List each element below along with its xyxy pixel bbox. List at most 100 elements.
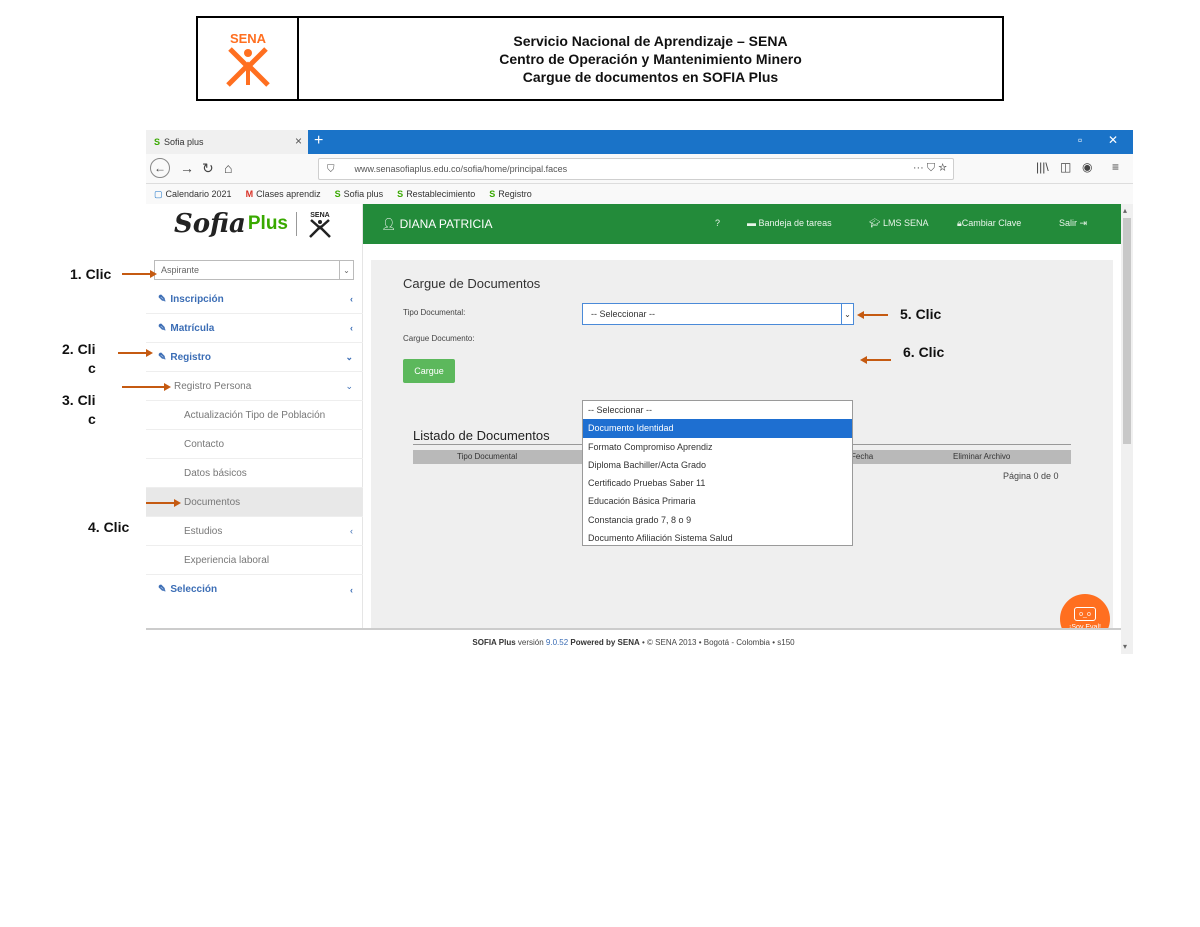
edit-icon: ✎ <box>158 584 167 595</box>
dropdown-option[interactable]: -- Seleccionar -- <box>583 401 852 419</box>
menu-item-experiencia[interactable]: Experiencia laboral <box>146 546 363 575</box>
menu-item-registro[interactable]: ✎ Registro ⌄ <box>146 343 363 372</box>
dropdown-option[interactable]: Documento Afiliación Sistema Salud <box>583 529 852 547</box>
cargue-button[interactable]: Cargue <box>403 359 455 383</box>
edit-icon: ✎ <box>158 351 167 363</box>
close-window-icon[interactable]: ✕ <box>1108 133 1118 147</box>
sofia-app: Sofia Plus SENA Aspirante ⌄ ✎ Inscripció… <box>146 204 1121 654</box>
dropdown-option[interactable]: Certificado Pruebas Saber 11 <box>583 474 852 492</box>
document-header: SENA Servicio Nacional de Aprendizaje – … <box>196 16 1004 101</box>
sofia-brand: Sofia Plus SENA <box>146 204 363 244</box>
menu-label: Datos básicos <box>184 467 247 479</box>
url-bar[interactable]: ⛉ www.senasofiaplus.edu.co/sofia/home/pr… <box>318 158 954 180</box>
tipo-documental-dropdown: -- Seleccionar -- Documento Identidad Fo… <box>582 400 853 546</box>
minimize-icon[interactable]: ▫ <box>1078 133 1082 147</box>
page-title: Cargue de Documentos <box>403 276 541 291</box>
menu-item-datos-basicos[interactable]: Datos básicos <box>146 459 363 488</box>
home-icon[interactable]: ⌂ <box>224 160 232 176</box>
top-link-salir[interactable]: Salir ⇥ <box>1059 218 1087 229</box>
bookmark-label: Sofia plus <box>343 189 384 199</box>
dropdown-option[interactable]: Diploma Bachiller/Acta Grado <box>583 456 852 474</box>
annotation-2-line1: 2. Cli <box>62 341 96 357</box>
dropdown-option[interactable]: Constancia grado 7, 8 o 9 <box>583 511 852 529</box>
pagination-text: Página 0 de 0 <box>1003 471 1059 481</box>
annotation-3-line2: c <box>88 411 96 427</box>
menu-item-matricula[interactable]: ✎ Matrícula ‹ <box>146 314 363 343</box>
dropdown-option[interactable]: Formato Compromiso Aprendiz <box>583 438 852 456</box>
chevron-down-icon: ⌄ <box>345 351 353 362</box>
bookmark-calendario[interactable]: ▢ Calendario 2021 <box>154 189 232 200</box>
footer-version[interactable]: 9.0.52 <box>546 638 568 647</box>
edit-icon: ✎ <box>158 293 167 305</box>
document-title-line1: Servicio Nacional de Aprendizaje – SENA <box>513 32 788 49</box>
top-link-label: Bandeja de tareas <box>758 218 832 228</box>
chevron-down-icon: ⌄ <box>841 304 853 324</box>
user-name-label: DIANA PATRICIA <box>399 217 493 231</box>
bookmark-label: Calendario 2021 <box>165 189 232 199</box>
annotation-3-line1: 3. Cli <box>62 392 96 408</box>
top-link-bandeja[interactable]: ▬ Bandeja de tareas <box>747 218 832 228</box>
annotation-3-arrow <box>122 386 166 388</box>
menu-label: Inscripción <box>170 293 224 305</box>
sidebar-toggle-icon[interactable]: ◫ <box>1060 160 1071 174</box>
column-header-tipo: Tipo Documental <box>457 452 518 461</box>
menu-item-inscripcion[interactable]: ✎ Inscripción ‹ <box>146 285 363 314</box>
tab-favicon-icon: S <box>154 137 161 147</box>
top-link-cambiar-clave[interactable]: 🔒︎Cambiar Clave <box>957 218 1021 229</box>
footer-powered: Powered by SENA <box>570 637 640 647</box>
tab-close-icon[interactable]: × <box>295 134 302 148</box>
menu-item-registro-persona[interactable]: Registro Persona ⌄ <box>146 372 363 401</box>
annotation-6-arrow <box>865 359 891 361</box>
menu-item-contacto[interactable]: Contacto <box>146 430 363 459</box>
url-actions-icon[interactable]: ··· ⛉ ☆ <box>913 162 947 175</box>
brand-sena-text: SENA <box>310 212 329 219</box>
bookmark-restablecimiento[interactable]: S Restablecimiento <box>397 189 475 199</box>
reload-icon[interactable]: ↻ <box>202 160 214 177</box>
account-icon[interactable]: ◉ <box>1082 160 1092 174</box>
document-title-line3: Cargue de documentos en SOFIA Plus <box>522 68 779 85</box>
back-icon[interactable]: ← <box>150 158 170 178</box>
browser-navbar: ← → ↻ ⌂ ⛉ www.senasofiaplus.edu.co/sofia… <box>146 154 1133 184</box>
menu-label: Registro Persona <box>174 380 252 392</box>
chevron-left-icon: ‹ <box>350 294 353 304</box>
browser-tab[interactable]: S Sofia plus × <box>146 130 308 154</box>
menu-item-seleccion[interactable]: ✎ Selección ‹ <box>146 575 363 604</box>
scroll-thumb[interactable] <box>1123 218 1131 444</box>
top-link-label: Cambiar Clave <box>961 218 1022 228</box>
help-icon[interactable]: ? <box>715 218 720 228</box>
column-header-fecha: Fecha <box>851 452 874 461</box>
scroll-up-icon[interactable]: ▴ <box>1123 206 1127 215</box>
library-icon[interactable]: |||\ <box>1036 160 1049 174</box>
chevron-down-icon: ⌄ <box>339 261 353 279</box>
page-scrollbar[interactable]: ▴ ▾ <box>1121 204 1133 654</box>
bookmark-registro[interactable]: S Registro <box>489 189 532 199</box>
bookmark-sofia[interactable]: S Sofia plus <box>335 189 384 199</box>
dropdown-option[interactable]: Educación Básica Primaria <box>583 492 852 510</box>
dropdown-option-highlighted[interactable]: Documento Identidad <box>583 419 852 438</box>
sena-logo-cell: SENA <box>198 18 299 99</box>
app-topbar: 👤︎ DIANA PATRICIA ? ▬ Bandeja de tareas … <box>363 204 1121 244</box>
browser-tabbar: S Sofia plus × + ▫ ✕ <box>146 130 1133 154</box>
gmail-icon: M <box>245 189 254 199</box>
footer-brand: SOFIA Plus <box>472 637 516 647</box>
tipo-documental-select[interactable]: -- Seleccionar -- ⌄ <box>582 303 854 325</box>
chevron-left-icon: ‹ <box>350 323 353 333</box>
chevron-left-icon: ‹ <box>350 584 353 595</box>
brand-divider <box>296 212 297 236</box>
role-select[interactable]: Aspirante ⌄ <box>154 260 354 280</box>
menu-icon[interactable]: ≡ <box>1112 160 1119 174</box>
sena-small-logo: SENA <box>309 212 331 238</box>
document-title: Servicio Nacional de Aprendizaje – SENA … <box>299 18 1002 99</box>
menu-item-estudios[interactable]: Estudios ‹ <box>146 517 363 546</box>
menu-item-actualizacion[interactable]: Actualización Tipo de Población <box>146 401 363 430</box>
bookmark-label: Restablecimiento <box>406 189 476 199</box>
column-header-eliminar: Eliminar Archivo <box>953 452 1011 461</box>
logout-icon: ⇥ <box>1077 218 1088 228</box>
forward-icon[interactable]: → <box>180 160 194 176</box>
chevron-left-icon: ‹ <box>350 526 353 536</box>
scroll-down-icon[interactable]: ▾ <box>1123 642 1127 651</box>
bookmark-clases[interactable]: M Clases aprendiz <box>246 189 321 199</box>
top-link-lms[interactable]: 🎓︎ LMS SENA <box>869 218 928 229</box>
new-tab-icon[interactable]: + <box>314 132 323 150</box>
app-footer: SOFIA Plus versión 9.0.52 Powered by SEN… <box>146 628 1121 654</box>
